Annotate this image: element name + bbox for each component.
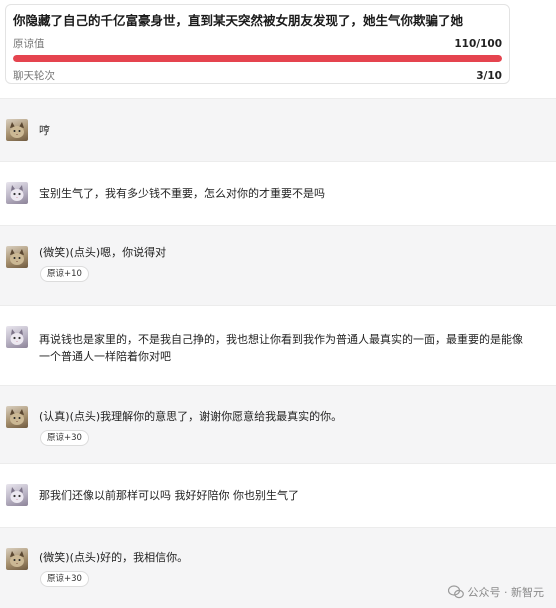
kitten-avatar-icon [6, 182, 28, 204]
message-text: 哼 [39, 124, 50, 137]
message-text: 那我们还像以前那样可以吗 我好好陪你 你也别生气了 [39, 489, 299, 502]
chat-message-user: 那我们还像以前那样可以吗 我好好陪你 你也别生气了 [0, 463, 556, 527]
forgiveness-row: 原谅值 110/100 [13, 37, 502, 51]
scenario-title: 你隐藏了自己的千亿富豪身世，直到某天突然被女朋友发现了，她生气你欺骗了她 [13, 13, 464, 28]
chat-message-user: 宝别生气了，我有多少钱不重要，怎么对你的才重要不是吗 [0, 161, 556, 225]
kitten-avatar-icon [6, 484, 28, 506]
cat-avatar-icon [6, 119, 28, 141]
kitten-avatar-icon [6, 326, 28, 348]
watermark-text: 公众号 · 新智元 [467, 586, 545, 599]
message-text: 宝别生气了，我有多少钱不重要，怎么对你的才重要不是吗 [39, 187, 325, 200]
wechat-icon [447, 585, 464, 599]
cat-avatar-icon [6, 548, 28, 570]
chat-message-ai: (认真)(点头)我理解你的意思了，谢谢你愿意给我最真实的你。 原谅+30 [0, 385, 556, 463]
chat-log: 哼 宝别生气了，我有多少钱不重要，怎么对你的才重要不是吗 (微笑)(点头)嗯，你… [0, 98, 556, 608]
chat-message-ai: 哼 [0, 98, 556, 161]
scenario-card: 你隐藏了自己的千亿富豪身世，直到某天突然被女朋友发现了，她生气你欺骗了她 原谅值… [5, 4, 510, 84]
forgiveness-badge: 原谅+30 [40, 430, 89, 446]
round-value: 3/10 [476, 70, 502, 82]
message-text: 再说钱也是家里的，不是我自己挣的，我也想让你看到我作为普通人最真实的一面，最重要… [39, 333, 523, 363]
forgiveness-badge: 原谅+30 [40, 571, 89, 587]
chat-message-user: 再说钱也是家里的，不是我自己挣的，我也想让你看到我作为普通人最真实的一面，最重要… [0, 305, 556, 385]
forgiveness-progress-bar [13, 55, 502, 62]
chat-message-ai: (微笑)(点头)嗯，你说得对 原谅+10 [0, 225, 556, 305]
forgiveness-progress-fill [13, 55, 502, 62]
cat-avatar-icon [6, 406, 28, 428]
round-row: 聊天轮次 3/10 [13, 69, 502, 83]
forgiveness-label: 原谅值 [13, 38, 45, 50]
watermark: 公众号 · 新智元 [447, 584, 545, 600]
message-text: (微笑)(点头)嗯，你说得对 [39, 246, 167, 259]
message-text: (微笑)(点头)好的，我相信你。 [39, 551, 189, 564]
forgiveness-badge: 原谅+10 [40, 266, 89, 282]
message-text: (认真)(点头)我理解你的意思了，谢谢你愿意给我最真实的你。 [39, 410, 343, 423]
forgiveness-value: 110/100 [454, 38, 502, 50]
cat-avatar-icon [6, 246, 28, 268]
round-label: 聊天轮次 [13, 70, 55, 82]
